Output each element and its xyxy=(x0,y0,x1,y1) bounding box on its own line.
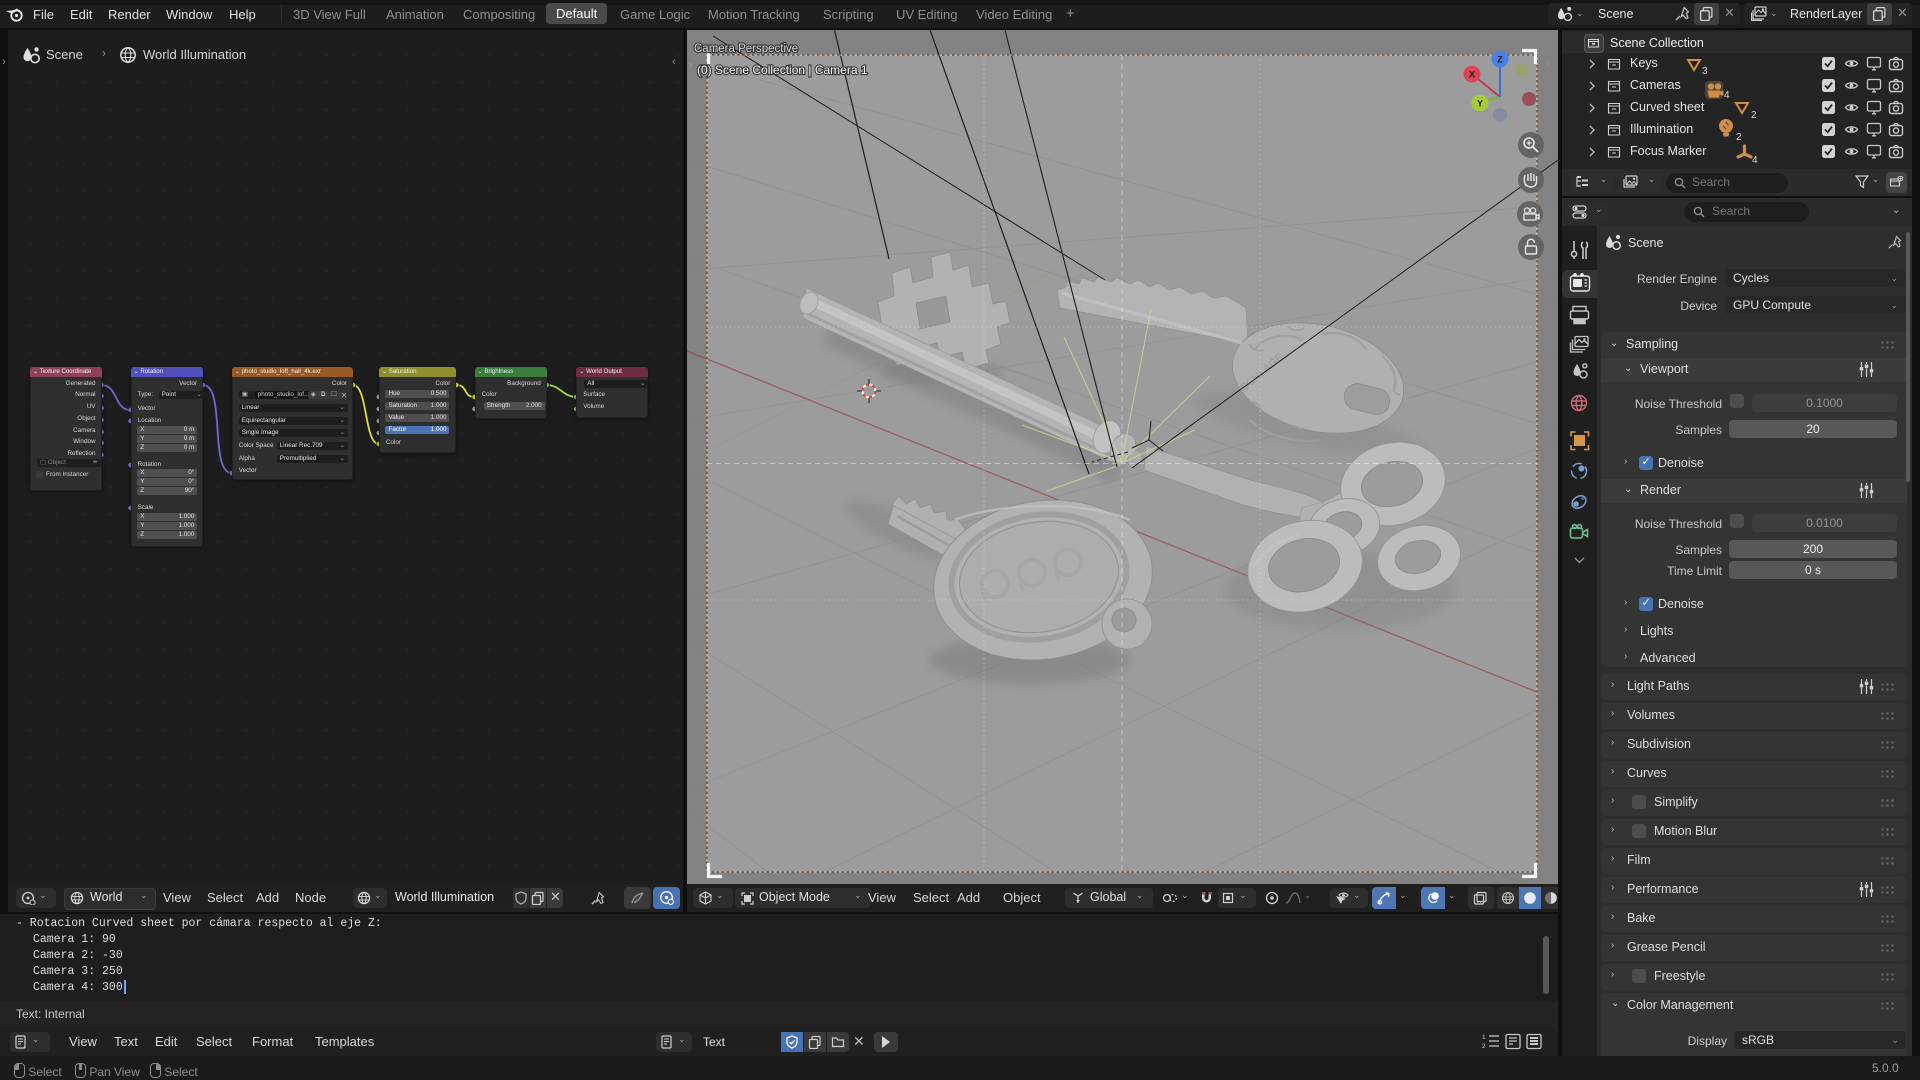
svg-text:Camera Perspective: Camera Perspective xyxy=(694,43,798,55)
svg-text:1: 1 xyxy=(1482,1034,1486,1041)
svg-text:4: 4 xyxy=(1724,90,1730,101)
svg-text:Y: Y xyxy=(1477,99,1483,109)
svg-text:2: 2 xyxy=(1482,1043,1486,1050)
svg-text:2: 2 xyxy=(1736,132,1742,143)
svg-text:‹: ‹ xyxy=(1547,59,1550,70)
svg-text:2: 2 xyxy=(1751,110,1757,121)
svg-text:X: X xyxy=(1469,70,1475,80)
svg-text:3: 3 xyxy=(1702,66,1708,77)
svg-text:Z: Z xyxy=(1497,55,1503,65)
svg-text:(0) Scene Collection | Camera: (0) Scene Collection | Camera 1 xyxy=(697,63,868,77)
svg-text:›: › xyxy=(689,59,692,70)
svg-text:4: 4 xyxy=(1752,155,1758,166)
